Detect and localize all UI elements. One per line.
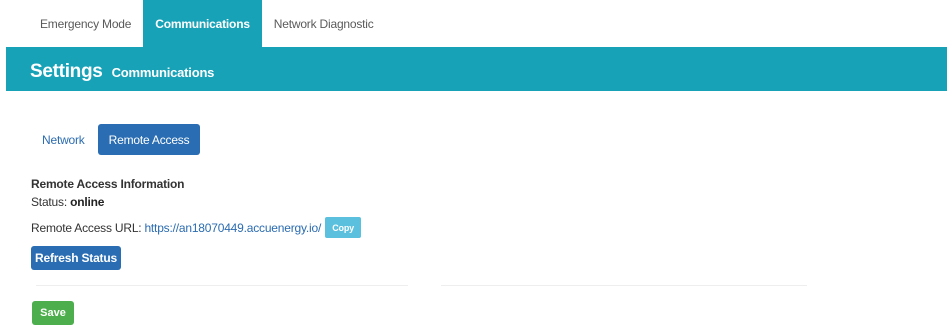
subtab-remote-access[interactable]: Remote Access (97, 124, 201, 155)
save-button[interactable]: Save (32, 301, 74, 325)
remote-url-link[interactable]: https://an18070449.accuenergy.io/ (144, 221, 321, 235)
refresh-status-button[interactable]: Refresh Status (31, 246, 121, 270)
page-header-banner: Settings Communications (6, 47, 947, 91)
sub-tab-bar: Network Remote Access (32, 124, 201, 155)
status-label: Status: (31, 195, 67, 209)
subtab-network[interactable]: Network (32, 124, 95, 155)
status-value: online (70, 195, 105, 209)
divider-right (441, 285, 807, 286)
page-title: Settings (30, 61, 103, 82)
tab-emergency-mode[interactable]: Emergency Mode (28, 0, 143, 47)
tab-communications[interactable]: Communications (143, 0, 262, 47)
page-subtitle: Communications (111, 65, 215, 80)
status-line: Status: online (31, 195, 104, 209)
remote-url-line: Remote Access URL: https://an18070449.ac… (31, 217, 362, 238)
section-title: Remote Access Information (31, 177, 185, 191)
remote-url-label: Remote Access URL: (31, 220, 142, 235)
divider-left (36, 285, 408, 286)
top-tab-bar: Emergency Mode Communications Network Di… (28, 0, 386, 47)
copy-button[interactable]: Copy (325, 217, 362, 238)
tab-network-diagnostic[interactable]: Network Diagnostic (262, 0, 386, 47)
